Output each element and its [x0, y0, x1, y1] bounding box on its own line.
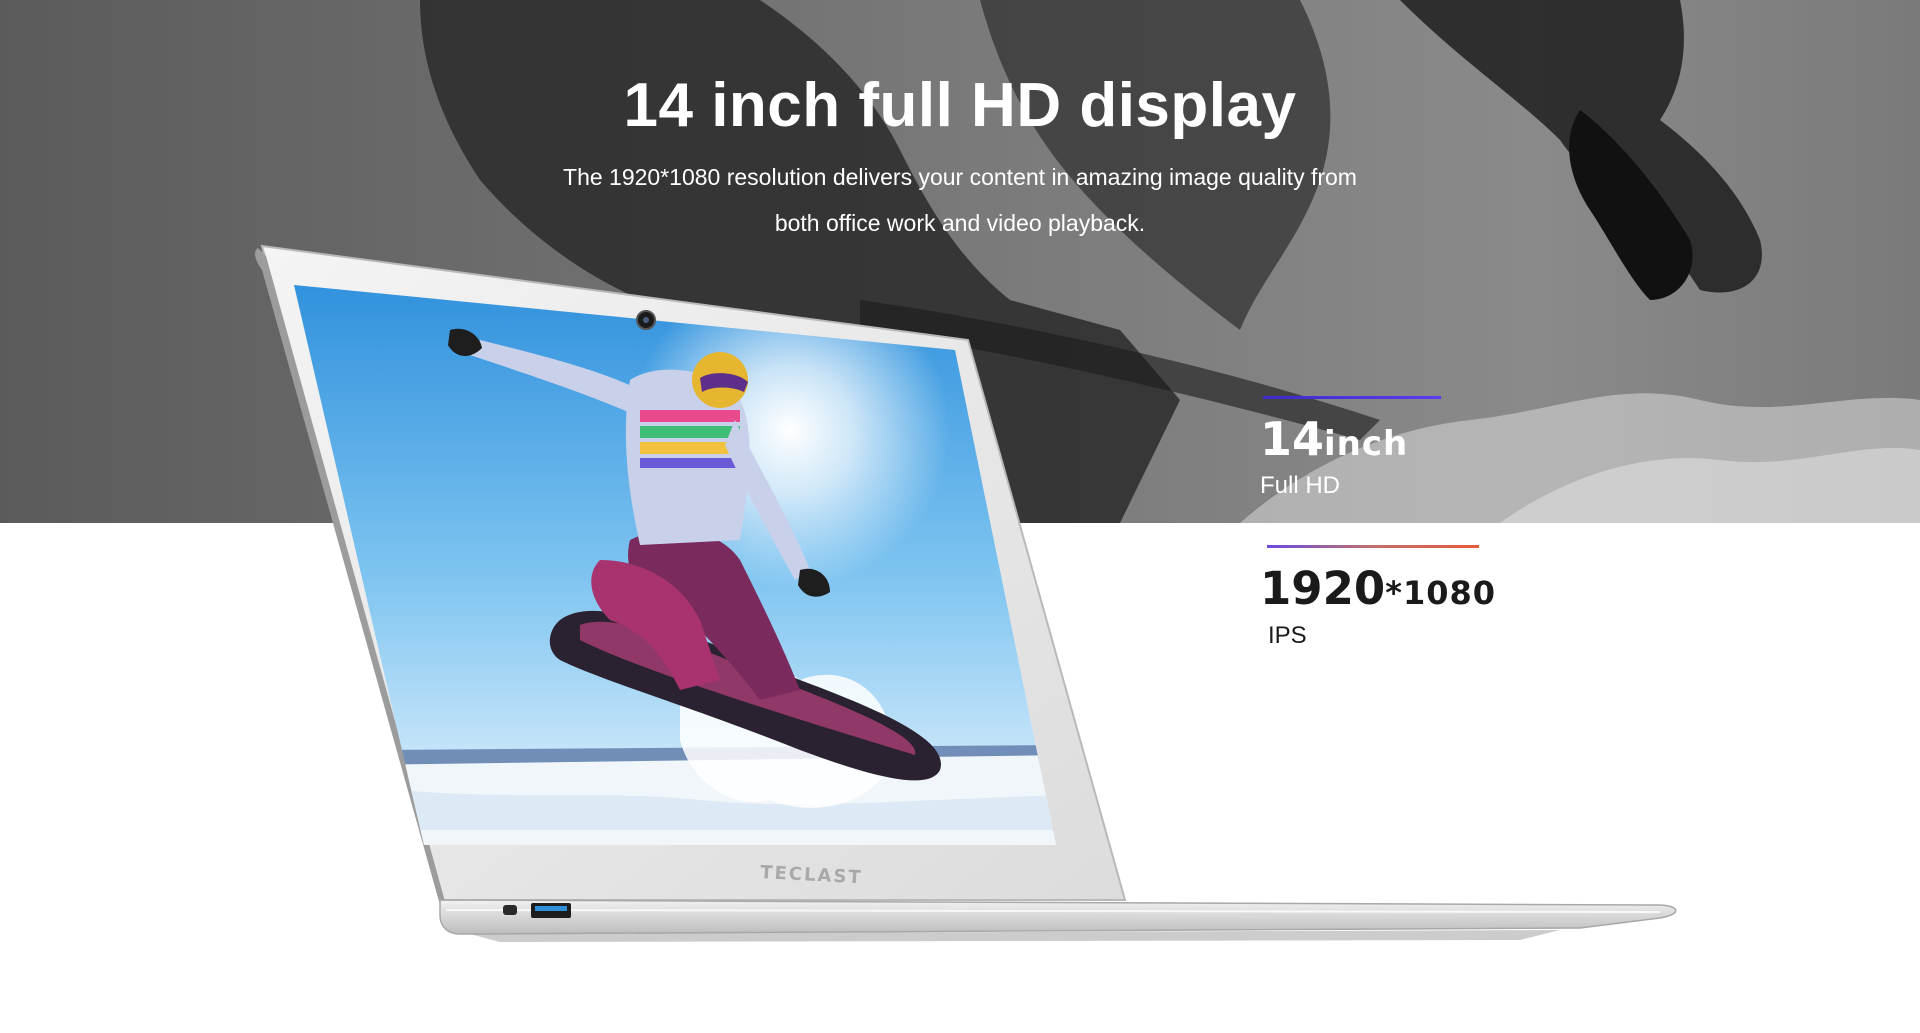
product-banner: 14 inch full HD display The 1920*1080 re… [0, 0, 1920, 1033]
laptop-base [439, 899, 1677, 935]
laptop-illustration: TECLAST [255, 244, 1677, 942]
spec-size-caption: Full HD [1260, 472, 1341, 499]
spec-size: 14inch [1260, 412, 1408, 466]
spec-resolution: 1920*1080 [1260, 562, 1496, 615]
spec-size-unit: inch [1324, 424, 1409, 464]
spec-resolution-unit: *1080 [1385, 574, 1497, 612]
spec-size-value: 14 [1260, 412, 1325, 466]
usb-c-port-icon [503, 905, 517, 915]
spec-divider-line-2 [1267, 545, 1479, 548]
spec-resolution-caption: IPS [1268, 622, 1307, 649]
spec-divider-line-1 [1263, 396, 1441, 399]
spec-resolution-value: 1920 [1260, 562, 1386, 615]
